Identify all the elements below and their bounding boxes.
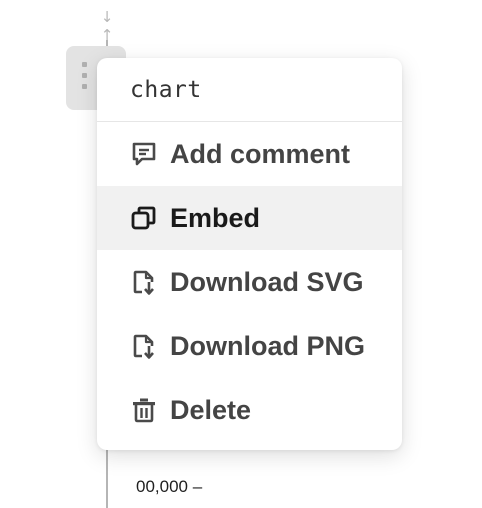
axis-tick-label: 00,000 – bbox=[136, 477, 203, 496]
download-file-icon bbox=[130, 332, 158, 360]
menu-item-embed[interactable]: Embed bbox=[97, 186, 402, 250]
canvas: ↓ ↑ chart Add comment Embed Download SVG… bbox=[0, 0, 482, 508]
menu-item-label: Add comment bbox=[170, 138, 351, 169]
menu-item-download-svg[interactable]: Download SVG bbox=[97, 250, 402, 314]
menu-item-add-comment[interactable]: Add comment bbox=[97, 122, 402, 186]
trash-icon bbox=[130, 396, 158, 424]
download-file-icon bbox=[130, 268, 158, 296]
comment-icon bbox=[130, 140, 158, 168]
context-menu: chart Add comment Embed Download SVG Dow… bbox=[97, 58, 402, 450]
menu-item-download-png[interactable]: Download PNG bbox=[97, 314, 402, 378]
embed-icon bbox=[130, 204, 158, 232]
menu-item-label: Download PNG bbox=[170, 330, 365, 361]
menu-item-delete[interactable]: Delete bbox=[97, 378, 402, 442]
arrow-down-icon: ↓ bbox=[100, 8, 114, 26]
menu-item-label: Embed bbox=[170, 202, 261, 233]
grip-icon bbox=[82, 62, 90, 90]
menu-item-label: Delete bbox=[170, 394, 252, 425]
menu-item-label: Download SVG bbox=[170, 266, 364, 297]
menu-header: chart bbox=[97, 58, 402, 122]
arrow-up-icon: ↑ bbox=[100, 26, 114, 44]
menu-title: chart bbox=[130, 76, 202, 103]
